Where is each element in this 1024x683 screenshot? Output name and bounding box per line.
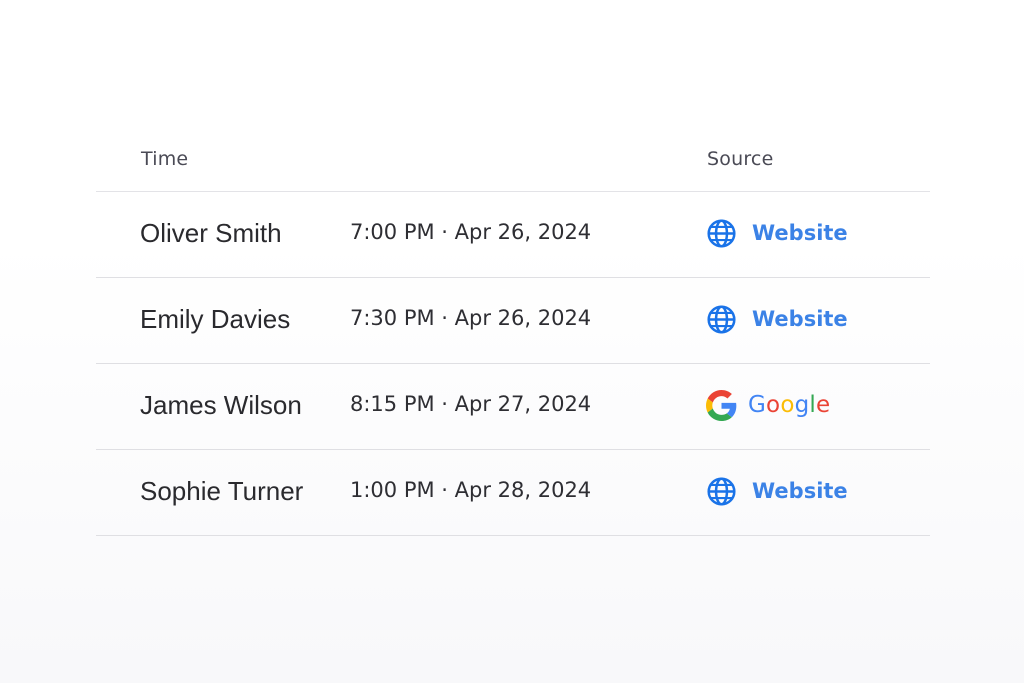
row-time: 1:00 PM · Apr 28, 2024 xyxy=(350,478,592,502)
row-time: 7:30 PM · Apr 26, 2024 xyxy=(350,306,592,330)
table-row[interactable]: Sophie Turner 1:00 PM · Apr 28, 2024 Web… xyxy=(96,450,930,536)
header-time: Time xyxy=(141,148,189,170)
source-link-website[interactable]: Website xyxy=(706,302,848,336)
globe-icon xyxy=(706,476,737,507)
source-link-website[interactable]: Website xyxy=(706,216,848,250)
source-label: Website xyxy=(752,307,848,331)
google-wordmark-letters: Google xyxy=(748,392,831,418)
source-label: Website xyxy=(752,221,848,245)
table-header: Time Source xyxy=(96,130,930,192)
table-row[interactable]: James Wilson 8:15 PM · Apr 27, 2024 Goog… xyxy=(96,364,930,450)
globe-icon xyxy=(706,218,737,249)
google-icon xyxy=(706,389,737,421)
row-time: 8:15 PM · Apr 27, 2024 xyxy=(350,392,592,416)
row-name: Sophie Turner xyxy=(140,476,304,506)
bookings-table: Time Source Oliver Smith 7:00 PM · Apr 2… xyxy=(96,130,930,536)
globe-icon xyxy=(706,304,737,335)
google-wordmark: Google xyxy=(748,392,830,418)
table-row[interactable]: Emily Davies 7:30 PM · Apr 26, 2024 Webs… xyxy=(96,278,930,364)
source-label: Website xyxy=(752,479,848,503)
source-link-google[interactable]: Google xyxy=(706,388,830,422)
source-link-website[interactable]: Website xyxy=(706,474,848,508)
header-source: Source xyxy=(707,148,774,170)
row-name: Oliver Smith xyxy=(140,218,282,248)
table-row[interactable]: Oliver Smith 7:00 PM · Apr 26, 2024 Webs… xyxy=(96,192,930,278)
row-time: 7:00 PM · Apr 26, 2024 xyxy=(350,220,592,244)
row-name: Emily Davies xyxy=(140,304,291,334)
row-name: James Wilson xyxy=(140,390,302,420)
